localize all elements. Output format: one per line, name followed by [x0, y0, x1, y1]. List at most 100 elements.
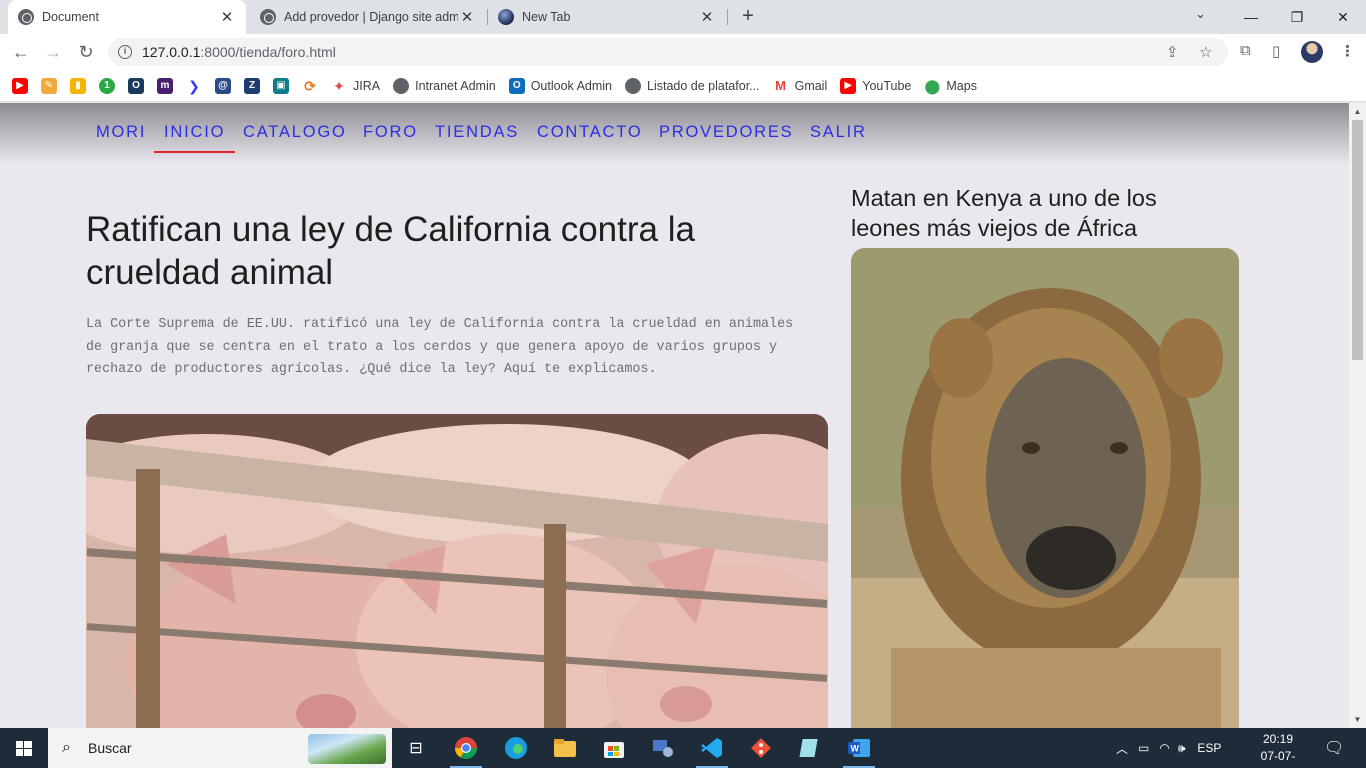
- word-icon[interactable]: W: [839, 732, 879, 768]
- restore-button[interactable]: ❐: [1274, 9, 1320, 26]
- bookmark-youtube[interactable]: ▶ YouTube: [840, 77, 912, 94]
- file-explorer-icon[interactable]: [545, 732, 585, 764]
- battery-icon[interactable]: ▭: [1138, 741, 1149, 755]
- extensions-puzzle-icon[interactable]: ⧉: [1240, 42, 1251, 59]
- arrow-app-icon: ❯: [188, 77, 200, 94]
- nav-inicio[interactable]: INICIO: [153, 123, 236, 153]
- bookmark-listado[interactable]: Listado de platafor...: [625, 77, 760, 94]
- nav-contacto[interactable]: CONTACTO: [537, 123, 642, 142]
- tab-document[interactable]: Document ✕: [8, 0, 246, 34]
- tab-search-chevron-icon[interactable]: ⌄: [1195, 6, 1206, 22]
- url-text[interactable]: 127.0.0.1:8000/tienda/foro.html: [142, 44, 336, 60]
- bookmark-jira[interactable]: ✦ JIRA: [331, 78, 380, 94]
- task-view-icon[interactable]: ⊟: [396, 732, 436, 764]
- clock[interactable]: 20:19 07-07-2023: [1248, 731, 1308, 768]
- swirl-app-icon: ⟳: [304, 77, 316, 94]
- vscode-icon[interactable]: [692, 732, 732, 768]
- bookmark-screen-app[interactable]: ▣: [273, 77, 289, 94]
- bookmark-arrow-app[interactable]: ❯: [186, 78, 202, 94]
- tab-new-tab[interactable]: New Tab ✕: [488, 0, 726, 34]
- bookmark-youtube-icon-only[interactable]: ▶: [12, 77, 28, 94]
- language-indicator[interactable]: ESP: [1197, 741, 1221, 755]
- tray-chevron-up-icon[interactable]: ︿: [1116, 740, 1128, 757]
- bookmark-bars-app[interactable]: ▮: [70, 77, 86, 94]
- bookmark-gmail[interactable]: M Gmail: [773, 77, 827, 94]
- scrollbar-thumb[interactable]: [1352, 120, 1363, 360]
- search-highlight-art: [308, 734, 386, 764]
- minimize-button[interactable]: —: [1228, 9, 1274, 25]
- nav-salir[interactable]: SALIR: [810, 123, 867, 142]
- scroll-down-icon[interactable]: ▼: [1349, 711, 1366, 728]
- chrome-logo: [455, 737, 477, 759]
- new-tab-button[interactable]: +: [736, 5, 760, 29]
- nav-mori[interactable]: MORI: [96, 123, 146, 142]
- site-info-icon[interactable]: i: [118, 45, 132, 59]
- back-button[interactable]: ←: [8, 40, 34, 64]
- browser-toolbar: ← → ↻ i 127.0.0.1:8000/tienda/foro.html …: [0, 34, 1366, 70]
- notepad-app-icon[interactable]: [790, 732, 830, 764]
- bookmark-m-app[interactable]: m: [157, 77, 173, 94]
- tab-django-admin[interactable]: Add provedor | Django site admin ✕: [250, 0, 486, 34]
- clock-time: 20:19: [1262, 732, 1294, 746]
- bookmark-intranet-admin[interactable]: Intranet Admin: [393, 77, 496, 94]
- close-icon[interactable]: ✕: [458, 8, 476, 26]
- profile-avatar[interactable]: [1301, 41, 1323, 63]
- close-icon[interactable]: ✕: [218, 8, 236, 26]
- maps-icon: ⬤: [924, 77, 941, 94]
- network-app-icon[interactable]: [643, 732, 683, 764]
- bookmark-pencil-app[interactable]: ✎: [41, 77, 57, 94]
- bookmark-maps[interactable]: ⬤ Maps: [924, 78, 977, 94]
- git-icon[interactable]: [741, 732, 781, 764]
- star-bookmark-icon[interactable]: ☆: [1199, 43, 1212, 61]
- bookmark-outlook-admin[interactable]: O Outlook Admin: [508, 77, 612, 94]
- pigs-photo: [86, 414, 828, 728]
- page-scrollbar[interactable]: ▲ ▼: [1349, 103, 1366, 728]
- bookmark-label: YouTube: [862, 78, 912, 93]
- volume-icon[interactable]: 🕪: [1178, 741, 1186, 756]
- chrome-icon[interactable]: [446, 732, 486, 768]
- scroll-up-icon[interactable]: ▲: [1349, 103, 1366, 120]
- article-summary: La Corte Suprema de EE.UU. ratificó una …: [86, 317, 794, 378]
- forward-button[interactable]: →: [40, 40, 66, 64]
- taskbar-search[interactable]: ⌕ Buscar: [48, 728, 392, 768]
- nav-catalogo[interactable]: CATALOGO: [243, 123, 347, 142]
- bookmark-swirl-app[interactable]: ⟳: [302, 78, 318, 94]
- outlook-icon: O: [508, 77, 525, 94]
- window-close-button[interactable]: ✕: [1320, 9, 1366, 26]
- word-logo: W: [848, 739, 870, 757]
- store-icon[interactable]: [594, 732, 634, 764]
- nav-tiendas[interactable]: TIENDAS: [435, 123, 519, 142]
- bars-app-icon: ▮: [70, 77, 86, 94]
- edge-logo: [505, 737, 527, 759]
- side-panel-icon[interactable]: ▯: [1272, 42, 1280, 60]
- bookmark-z-app[interactable]: Z: [244, 77, 260, 94]
- reload-button[interactable]: ↻: [73, 40, 99, 64]
- edge-icon[interactable]: [496, 732, 536, 764]
- jira-icon: ✦: [333, 77, 345, 94]
- url-path: :8000/tienda/foro.html: [200, 44, 336, 60]
- tab-strip: Document ✕ Add provedor | Django site ad…: [0, 0, 1366, 34]
- bookmark-label: Intranet Admin: [415, 78, 496, 93]
- close-icon[interactable]: ✕: [698, 8, 716, 26]
- article-title: Ratifican una ley de California contra l…: [86, 210, 695, 292]
- bookmark-at-app[interactable]: @: [215, 77, 231, 94]
- nav-provedores[interactable]: PROVEDORES: [659, 123, 793, 142]
- bookmark-label: Outlook Admin: [530, 78, 612, 93]
- gmail-icon: M: [775, 77, 787, 93]
- side-article-title: Matan en Kenya a uno de los leones más v…: [851, 185, 1157, 241]
- bookmark-o-app[interactable]: O: [128, 77, 144, 94]
- wifi-icon[interactable]: ◠: [1159, 741, 1169, 755]
- address-bar[interactable]: i 127.0.0.1:8000/tienda/foro.html ⇪ ☆: [108, 38, 1228, 66]
- globe-icon: [625, 77, 641, 94]
- start-button[interactable]: [0, 728, 48, 768]
- bookmark-label: JIRA: [353, 78, 381, 93]
- site-navbar: MORI INICIO CATALOGO FORO TIENDAS CONTAC…: [0, 103, 1349, 165]
- nav-foro[interactable]: FORO: [363, 123, 418, 142]
- menu-dots-icon[interactable]: ⋮: [1340, 42, 1355, 60]
- notifications-icon[interactable]: 🗨: [1324, 728, 1344, 768]
- youtube-icon: ▶: [12, 77, 28, 94]
- globe-icon: [18, 9, 34, 25]
- o-app-icon: O: [128, 77, 144, 94]
- share-icon[interactable]: ⇪: [1166, 43, 1179, 61]
- bookmark-one-app[interactable]: 1: [99, 77, 115, 94]
